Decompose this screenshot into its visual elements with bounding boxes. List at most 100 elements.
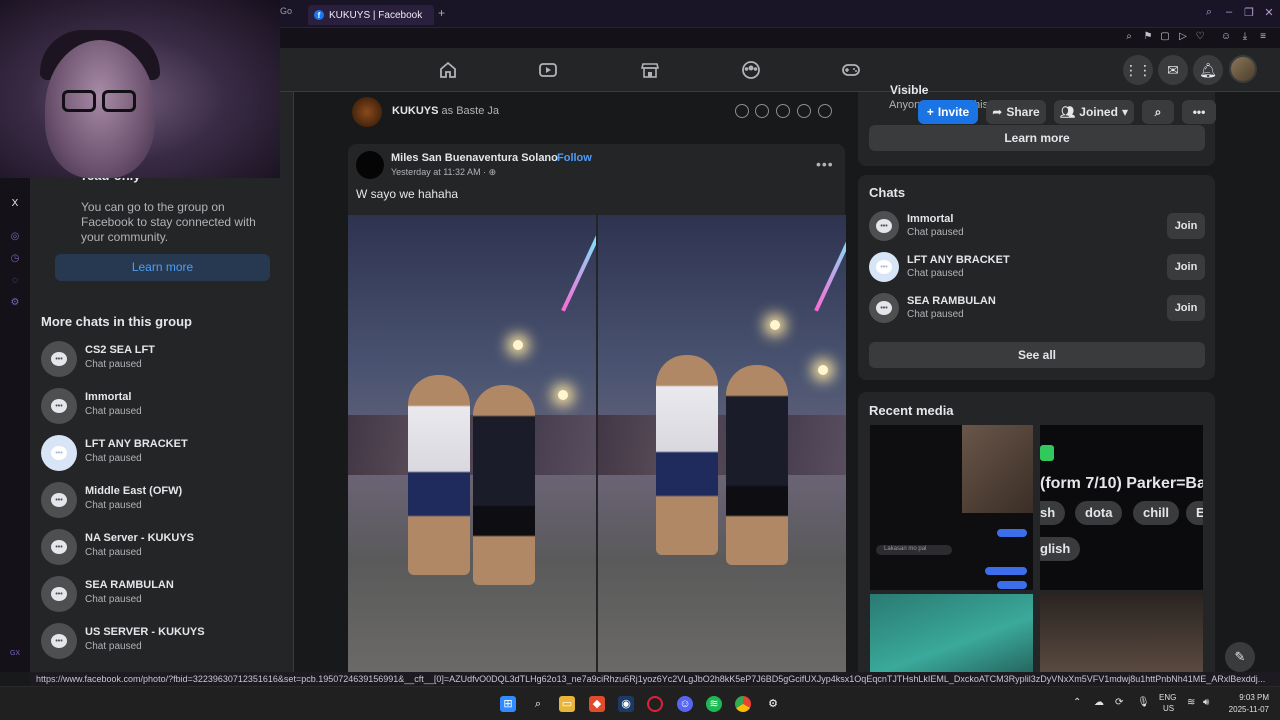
menu-icon[interactable]: ≡ [1256, 30, 1270, 44]
share-button[interactable]: ➦ Share [986, 100, 1046, 124]
webcam-overlay [0, 0, 280, 178]
webcam-person [45, 40, 155, 178]
post-photo-right[interactable] [598, 215, 846, 675]
more-options-icon[interactable]: ••• [816, 156, 834, 172]
chat-status: Chat paused [907, 268, 964, 279]
group-search-button[interactable]: ⌕ [1142, 100, 1174, 124]
post-author[interactable]: Miles San Buenaventura Solano [391, 152, 558, 164]
post-composer[interactable]: KUKUYS as Baste Ja [348, 95, 844, 131]
player-icon[interactable]: ▷ [1176, 30, 1190, 44]
profile-icon[interactable]: ☺ [1219, 30, 1233, 44]
chat-item[interactable]: ••• SEA RAMBULAN Chat paused [41, 576, 281, 616]
volume-icon[interactable]: 🔊︎ [1203, 697, 1209, 708]
group-more-button[interactable]: ••• [1182, 100, 1216, 124]
media-thumbnail[interactable]: Lakasan mo pal [870, 425, 1033, 590]
file-explorer-icon[interactable]: ▭ [559, 696, 575, 712]
maximize-icon[interactable]: ❐ [1242, 6, 1256, 20]
emoji-icon[interactable] [755, 104, 769, 118]
chat-name: SEA RAMBULAN [85, 579, 174, 591]
chat-item[interactable]: ••• SEA RAMBULAN Chat paused Join [869, 293, 1205, 325]
snapshot-icon[interactable]: ▢ [1158, 30, 1172, 44]
clock-icon[interactable]: ◷ [9, 253, 21, 265]
minimize-icon[interactable]: – [1222, 6, 1236, 20]
clock-date[interactable]: 2025-11-07 [1221, 705, 1269, 714]
notifications-icon[interactable]: 🔔︎ [1193, 55, 1223, 85]
home-icon[interactable] [438, 60, 458, 80]
zoom-icon[interactable]: ⌕ [1122, 30, 1136, 44]
brave-icon[interactable]: ◆ [589, 696, 605, 712]
chat-icon[interactable]: ◌ [9, 275, 21, 287]
steam-icon[interactable]: ◉ [618, 696, 634, 712]
x-twitter-icon[interactable]: X [9, 198, 21, 210]
sync-icon[interactable]: ⟳ [1115, 697, 1123, 708]
chat-status: Chat paused [85, 359, 142, 370]
spotify-icon[interactable]: ≋ [706, 696, 722, 712]
wifi-icon[interactable]: ≋ [1187, 697, 1195, 708]
chat-name: NA Server - KUKUYS [85, 532, 195, 544]
media-thumbnail[interactable] [870, 594, 1033, 672]
follow-button[interactable]: Follow [557, 152, 592, 164]
settings-icon[interactable]: ⚙ [9, 297, 21, 309]
post-photo-left[interactable] [348, 215, 596, 675]
author-avatar[interactable] [356, 151, 384, 179]
chat-item[interactable]: ••• LFT ANY BRACKET Chat paused [41, 435, 281, 475]
chat-name: LFT ANY BRACKET [907, 254, 1010, 266]
join-chat-button[interactable]: Join [1167, 254, 1205, 280]
chat-item[interactable]: ••• LFT ANY BRACKET Chat paused Join [869, 252, 1205, 284]
bookmark-icon[interactable]: ⚑ [1141, 30, 1155, 44]
opera-gx-icon[interactable] [647, 696, 663, 712]
chat-item[interactable]: ••• Immortal Chat paused [41, 388, 281, 428]
taskbar-search-icon[interactable]: ⌕ [530, 696, 546, 712]
clock-time[interactable]: 9:03 PM [1225, 693, 1269, 702]
gif-box-icon[interactable] [797, 104, 811, 118]
new-message-icon[interactable]: ✎ [1225, 642, 1255, 672]
chat-item[interactable]: ••• NA Server - KUKUYS Chat paused [41, 529, 281, 569]
chat-item[interactable]: ••• Middle East (OFW) Chat paused [41, 482, 281, 522]
chat-status: Chat paused [907, 309, 964, 320]
menu-grid-icon[interactable]: ⋮⋮ [1123, 55, 1153, 85]
new-tab-button[interactable]: + [438, 6, 450, 22]
join-chat-button[interactable]: Join [1167, 295, 1205, 321]
close-icon[interactable]: ✕ [1262, 6, 1276, 20]
join-chat-button[interactable]: Join [1167, 213, 1205, 239]
chrome-icon[interactable] [735, 696, 751, 712]
chat-item[interactable]: ••• US SERVER - KUKUYS Chat paused [41, 623, 281, 663]
marketplace-icon[interactable] [640, 60, 660, 80]
camera-icon[interactable] [776, 104, 790, 118]
profile-avatar[interactable] [1229, 55, 1257, 83]
tray-chevron-icon[interactable]: ⌃ [1073, 697, 1081, 708]
gif-icon[interactable] [735, 104, 749, 118]
download-icon[interactable]: ⤓ [1238, 30, 1252, 44]
groups-icon[interactable] [741, 60, 761, 80]
search-icon[interactable]: ⌕ [1202, 6, 1216, 20]
chat-item[interactable]: ••• CS2 SEA LFT Chat paused [41, 341, 281, 381]
language-indicator[interactable]: ENG [1159, 693, 1176, 702]
messenger-icon[interactable]: ✉ [1158, 55, 1188, 85]
circle-icon[interactable]: ◎ [9, 231, 21, 243]
media-thumbnail[interactable]: (form 7/10) Parker=Ba sh dota chill Es g… [1040, 425, 1203, 590]
people-icon: 👥︎ [1060, 105, 1076, 119]
chat-name: CS2 SEA LFT [85, 344, 155, 356]
mic-muted-icon[interactable]: 🎙︎ [1137, 697, 1150, 708]
media-thumbnail[interactable] [1040, 594, 1203, 672]
learn-more-button-right[interactable]: Learn more [869, 125, 1205, 151]
chat-status: Chat paused [85, 453, 142, 464]
discord-icon[interactable]: ☺ [677, 696, 693, 712]
post-timestamp[interactable]: Yesterday at 11:32 AM · ⊕ [391, 167, 496, 178]
sticker-icon[interactable] [818, 104, 832, 118]
heart-icon[interactable]: ♡ [1193, 30, 1207, 44]
joined-button[interactable]: 👥︎ Joined ▾ [1054, 100, 1134, 124]
invite-button[interactable]: + Invite [918, 100, 978, 124]
media-tag: sh [1040, 501, 1066, 525]
cloud-icon[interactable]: ☁ [1094, 697, 1104, 708]
chat-item[interactable]: ••• Immortal Chat paused Join [869, 211, 1205, 243]
browser-tab-active[interactable]: f KUKUYS | Facebook [308, 5, 434, 25]
video-icon[interactable] [538, 60, 558, 80]
learn-more-button[interactable]: Learn more [55, 254, 270, 281]
windows-start-icon[interactable]: ⊞ [500, 696, 516, 712]
browser-tab-previous[interactable]: Go [280, 6, 304, 24]
gaming-icon[interactable] [841, 60, 861, 80]
chat-bubble-icon: ••• [41, 529, 77, 565]
see-all-button[interactable]: See all [869, 342, 1205, 368]
settings-app-icon[interactable]: ⚙ [765, 696, 781, 712]
